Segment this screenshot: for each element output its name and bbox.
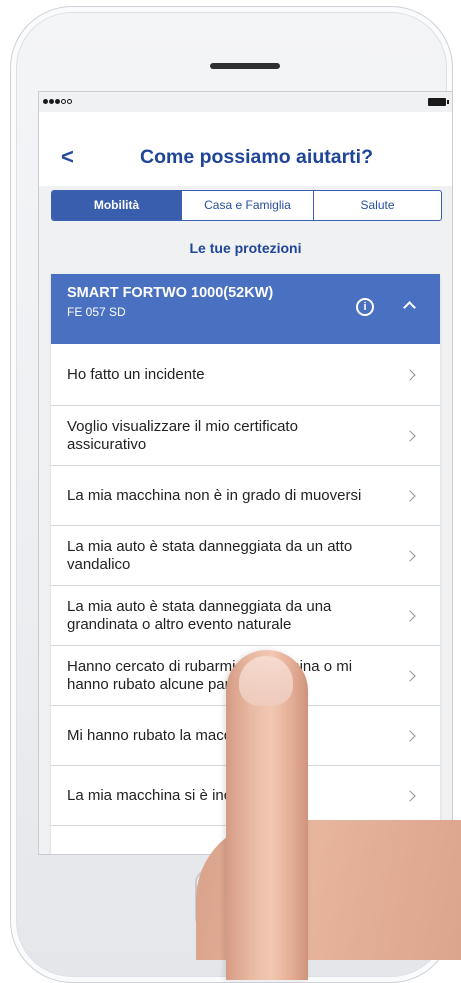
chevron-right-icon bbox=[404, 729, 416, 742]
tab-salute[interactable]: Salute bbox=[313, 191, 441, 220]
page-title: Come possiamo aiutarti? bbox=[140, 146, 373, 168]
chevron-right-icon bbox=[404, 549, 416, 562]
chevron-right-icon bbox=[404, 609, 416, 622]
chevron-right-icon bbox=[404, 489, 416, 502]
chevron-right-icon bbox=[404, 669, 416, 682]
fingernail bbox=[239, 656, 293, 706]
section-title: Le tue protezioni bbox=[189, 240, 302, 256]
tab-casa-e-famiglia[interactable]: Casa e Famiglia bbox=[181, 191, 313, 220]
policy-card-header[interactable]: SMART FORTWO 1000(52KW) FE 057 SD i bbox=[51, 274, 440, 344]
list-item[interactable]: La mia auto è stata danneggiata da un at… bbox=[51, 526, 440, 586]
signal-strength-icon bbox=[43, 99, 72, 104]
list-item-label: Hanno cercato di rubarmi la macchina o m… bbox=[67, 657, 353, 693]
tab-mobilita[interactable]: Mobilità bbox=[52, 191, 181, 220]
chevron-up-icon[interactable] bbox=[401, 296, 417, 312]
info-icon[interactable]: i bbox=[356, 298, 374, 316]
chevron-right-icon bbox=[404, 368, 416, 381]
list-item-label: Mi hanno rubato la macchina bbox=[67, 726, 260, 744]
vehicle-name: SMART FORTWO 1000(52KW) bbox=[67, 285, 274, 301]
app-header: < Come possiamo aiutarti? bbox=[39, 112, 452, 186]
list-item-label: La mia auto è stata danneggiata da una g… bbox=[67, 597, 332, 633]
phone-speaker bbox=[210, 63, 280, 69]
list-item-label: La mia macchina si è incendiata bbox=[67, 786, 281, 804]
status-bar bbox=[39, 92, 452, 112]
list-item[interactable]: Ho fatto un incidente bbox=[51, 344, 440, 406]
chevron-right-icon bbox=[404, 429, 416, 442]
list-item-label: La mia macchina non è in grado di muover… bbox=[67, 486, 362, 504]
license-plate: FE 057 SD bbox=[67, 305, 126, 319]
category-tabs: Mobilità Casa e Famiglia Salute bbox=[51, 190, 442, 221]
list-item[interactable]: La mia macchina non è in grado di muover… bbox=[51, 466, 440, 526]
list-item-label: Voglio visualizzare il mio certificato a… bbox=[67, 417, 298, 453]
list-item-label: La mia auto è stata danneggiata da un at… bbox=[67, 537, 353, 573]
pointing-finger-image bbox=[226, 650, 308, 980]
battery-icon bbox=[428, 98, 449, 106]
list-item-label: Ho fatto un incidente bbox=[67, 365, 205, 383]
list-item[interactable]: Voglio visualizzare il mio certificato a… bbox=[51, 406, 440, 466]
list-item[interactable]: La mia auto è stata danneggiata da una g… bbox=[51, 586, 440, 646]
chevron-right-icon bbox=[404, 789, 416, 802]
